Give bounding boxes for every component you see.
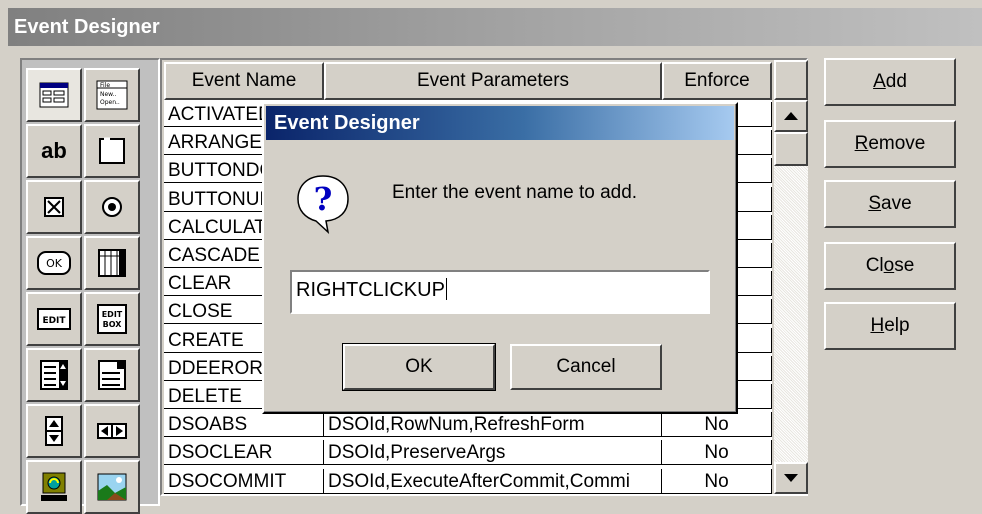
radio-button-icon bbox=[102, 197, 122, 217]
table-row[interactable]: DSOCOMMIT DSOId,ExecuteAfterCommit,Commi N… bbox=[164, 468, 772, 494]
image-icon bbox=[97, 473, 127, 501]
spinner-tool[interactable] bbox=[26, 404, 82, 458]
close-label: Close bbox=[865, 255, 915, 276]
cell-event-parameters[interactable]: DSOId,RowNum,RefreshForm bbox=[324, 412, 662, 438]
ok-button[interactable]: OK bbox=[343, 344, 495, 390]
edit-field-tool[interactable]: EDIT bbox=[26, 292, 82, 346]
svg-text:BOX: BOX bbox=[103, 320, 123, 329]
window-title: Event Designer bbox=[8, 8, 982, 46]
form-tool[interactable] bbox=[26, 68, 82, 122]
combobox-icon bbox=[98, 360, 126, 390]
arrow-down-icon bbox=[784, 474, 798, 482]
add-event-dialog: Event Designer ? Enter the event name to… bbox=[262, 102, 738, 414]
listbox-icon bbox=[40, 360, 68, 390]
listbox-tool[interactable] bbox=[26, 348, 82, 402]
arrow-up-icon bbox=[784, 112, 798, 120]
add-label: Add bbox=[873, 71, 907, 92]
dialog-title: Event Designer bbox=[266, 106, 734, 140]
dialog-message: Enter the event name to add. bbox=[392, 182, 638, 203]
event-name-value: RIGHTCLICKUP bbox=[296, 279, 445, 301]
text-icon: ab bbox=[41, 138, 67, 163]
frame-icon bbox=[99, 137, 125, 164]
cell-enforce[interactable]: No bbox=[662, 412, 772, 438]
cancel-button[interactable]: Cancel bbox=[510, 344, 662, 390]
checkbox-tool[interactable] bbox=[26, 180, 82, 234]
checkbox-icon bbox=[44, 197, 64, 217]
scroll-up-button[interactable] bbox=[774, 100, 808, 132]
text-tool[interactable]: ab bbox=[26, 124, 82, 178]
cell-event-name[interactable]: DSOCOMMIT bbox=[164, 468, 324, 494]
push-button-tool[interactable]: OK bbox=[26, 236, 82, 290]
image-tool[interactable] bbox=[84, 460, 140, 514]
cell-enforce[interactable]: No bbox=[662, 440, 772, 466]
text-caret bbox=[445, 278, 447, 300]
table-row[interactable]: DSOABS DSOId,RowNum,RefreshForm No bbox=[164, 412, 772, 438]
activex-tool[interactable] bbox=[26, 460, 82, 514]
activex-icon bbox=[41, 472, 67, 501]
edit-box-tool[interactable]: EDIT BOX bbox=[84, 292, 140, 346]
svg-text:EDIT: EDIT bbox=[102, 310, 123, 319]
svg-text:File: File bbox=[100, 82, 110, 89]
combobox-tool[interactable] bbox=[84, 348, 140, 402]
remove-button[interactable]: Remove bbox=[824, 120, 956, 168]
add-button[interactable]: Add bbox=[824, 58, 956, 106]
cell-enforce[interactable]: No bbox=[662, 468, 772, 494]
cell-event-name[interactable]: DSOCLEAR bbox=[164, 440, 324, 466]
save-label: Save bbox=[868, 193, 912, 214]
remove-label: Remove bbox=[854, 133, 926, 154]
menu-tool[interactable]: File New.. Open.. bbox=[84, 68, 140, 122]
svg-text:Open..: Open.. bbox=[100, 99, 120, 106]
radio-button-tool[interactable] bbox=[84, 180, 140, 234]
edit-box-icon: EDITBOX bbox=[97, 304, 127, 334]
svg-text:OK: OK bbox=[46, 257, 63, 270]
column-header-event-parameters[interactable]: Event Parameters bbox=[324, 62, 662, 100]
question-icon: ? bbox=[294, 172, 352, 239]
form-icon bbox=[39, 82, 69, 108]
grid-corner bbox=[774, 60, 808, 100]
vertical-scrollbar[interactable] bbox=[774, 100, 808, 494]
scroll-thumb[interactable] bbox=[774, 132, 808, 166]
help-button[interactable]: Help bbox=[824, 302, 956, 350]
menu-icon: File New..Open.. bbox=[96, 80, 128, 110]
column-header-enforce[interactable]: Enforce bbox=[662, 62, 772, 100]
toolbox-palette: File New.. Open.. ab OK EDIT EDIT BOX bbox=[20, 58, 160, 514]
frame-tool[interactable] bbox=[84, 124, 140, 178]
edit-field-icon: EDIT bbox=[37, 308, 71, 330]
grid-tool[interactable] bbox=[84, 236, 140, 290]
cell-event-parameters[interactable]: DSOId,PreserveArgs bbox=[324, 440, 662, 466]
save-button[interactable]: Save bbox=[824, 180, 956, 228]
close-button[interactable]: Close bbox=[824, 242, 956, 290]
spinner-icon bbox=[45, 416, 63, 446]
scroll-down-button[interactable] bbox=[774, 462, 808, 494]
svg-text:EDIT: EDIT bbox=[42, 316, 66, 326]
svg-text:New..: New.. bbox=[100, 91, 116, 98]
scrollbar-tool[interactable] bbox=[84, 404, 140, 458]
scrollbar-icon bbox=[97, 423, 127, 439]
svg-text:?: ? bbox=[314, 180, 333, 218]
event-name-input[interactable]: RIGHTCLICKUP bbox=[290, 270, 710, 314]
help-label: Help bbox=[870, 315, 910, 336]
grid-icon bbox=[98, 249, 126, 277]
table-row[interactable]: DSOCLEAR DSOId,PreserveArgs No bbox=[164, 440, 772, 466]
push-button-icon: OK bbox=[37, 251, 71, 275]
cell-event-name[interactable]: DSOABS bbox=[164, 412, 324, 438]
cell-event-parameters[interactable]: DSOId,ExecuteAfterCommit,Commi bbox=[324, 468, 662, 494]
column-header-event-name[interactable]: Event Name bbox=[164, 62, 324, 100]
